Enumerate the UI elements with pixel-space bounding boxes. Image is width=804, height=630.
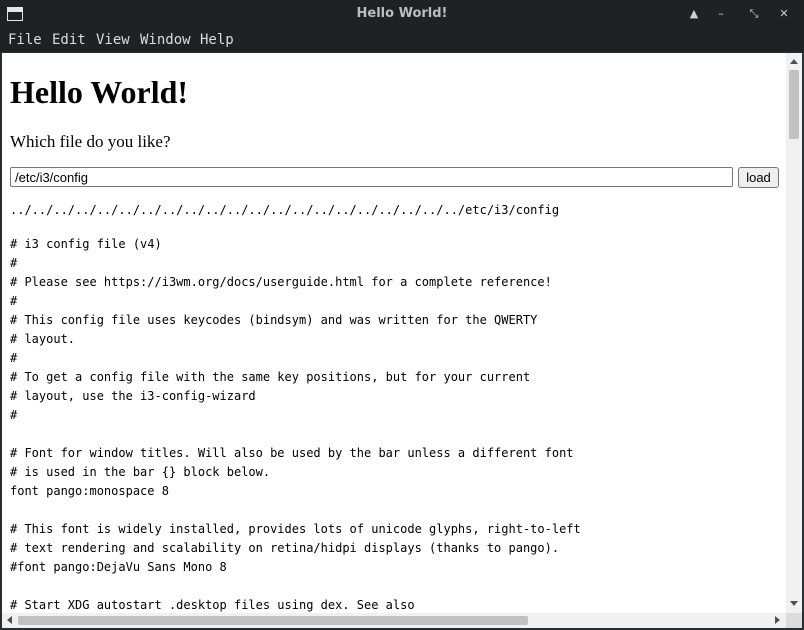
shade-icon[interactable]: ▲ — [685, 5, 703, 23]
page-title: Hello World! — [10, 74, 189, 110]
window-titlebar: Hello World! ▲ – ⤡ ✕ — [0, 0, 804, 29]
menu-bar: File Edit View Window Help — [0, 29, 804, 52]
file-line: # Please see https://i3wm.org/docs/userg… — [10, 275, 552, 289]
load-button[interactable]: load — [738, 167, 779, 188]
scroll-right-icon[interactable] — [775, 616, 780, 624]
file-line: # layout. — [10, 332, 76, 346]
file-line: # layout, use the i3-config-wizard — [10, 389, 256, 403]
file-line: # — [10, 256, 18, 270]
file-line: # This config file uses keycodes (bindsy… — [10, 313, 538, 327]
file-line: font pango:monospace 8 — [10, 484, 169, 498]
close-icon[interactable]: ✕ — [775, 5, 793, 23]
file-line: # — [10, 408, 18, 422]
web-content[interactable]: Hello World! Which file do you like? loa… — [2, 53, 786, 613]
menu-edit[interactable]: Edit — [52, 32, 86, 48]
scroll-down-icon[interactable] — [790, 601, 798, 606]
file-line: # — [10, 351, 18, 365]
menu-view[interactable]: View — [96, 32, 130, 48]
file-line — [10, 425, 581, 444]
file-line: # Font for window titles. Will also be u… — [10, 446, 574, 460]
file-line: # This font is widely installed, provide… — [10, 522, 581, 536]
file-content: # i3 config file (v4) # # Please see https… — [10, 235, 581, 613]
menu-window[interactable]: Window — [140, 32, 191, 48]
file-line: # text rendering and scalability on reti… — [10, 541, 560, 555]
horizontal-scrollbar[interactable] — [2, 613, 786, 628]
file-path-input[interactable] — [10, 167, 733, 187]
menu-file[interactable]: File — [8, 32, 42, 48]
vertical-scroll-thumb[interactable] — [789, 70, 799, 139]
file-line: # Start XDG autostart .desktop files usi… — [10, 598, 415, 612]
vertical-scrollbar[interactable] — [786, 53, 802, 613]
file-line: # i3 config file (v4) — [10, 237, 162, 251]
menu-help[interactable]: Help — [200, 32, 234, 48]
minimize-icon[interactable]: – — [712, 5, 730, 23]
restore-icon[interactable]: ⤡ — [745, 5, 763, 23]
window-title: Hello World! — [356, 6, 448, 21]
question-text: Which file do you like? — [10, 132, 171, 151]
file-line — [10, 577, 581, 596]
file-line: #font pango:DejaVu Sans Mono 8 — [10, 560, 227, 574]
resolved-path: ../../../../../../../../../../../../../.… — [10, 203, 560, 217]
scrollbar-corner — [786, 613, 802, 628]
horizontal-scroll-thumb[interactable] — [18, 616, 528, 625]
scroll-up-icon[interactable] — [790, 59, 798, 64]
scroll-left-icon[interactable] — [7, 616, 12, 624]
file-line — [10, 501, 581, 520]
file-line: # To get a config file with the same key… — [10, 370, 531, 384]
file-line: # — [10, 294, 18, 308]
file-line: # is used in the bar {} block below. — [10, 465, 271, 479]
